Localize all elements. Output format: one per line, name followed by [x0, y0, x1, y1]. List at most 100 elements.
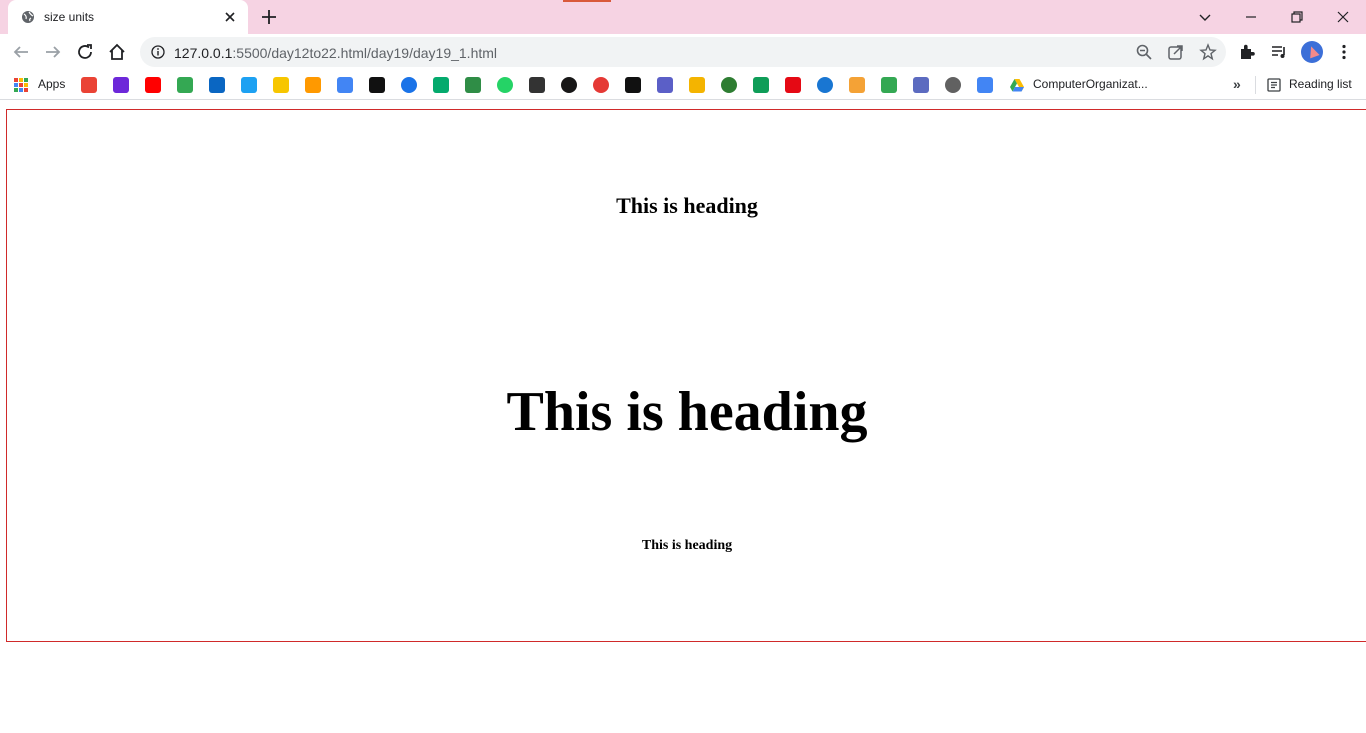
bookmark-label: ComputerOrganizat... [1033, 77, 1148, 91]
url-host: 127.0.0.1 [174, 45, 233, 61]
drive-icon [881, 77, 897, 93]
bookmark-item[interactable] [241, 77, 257, 93]
tab-strip-accent [563, 0, 611, 2]
bookmark-item[interactable] [945, 77, 961, 93]
bookmark-item[interactable] [305, 77, 321, 93]
close-window-icon[interactable] [1332, 6, 1354, 28]
forward-icon[interactable] [42, 41, 64, 63]
bookmark-item[interactable] [593, 77, 609, 93]
address-bar[interactable]: 127.0.0.1:5500/day12to22.html/day19/day1… [140, 37, 1226, 67]
site-info-icon[interactable] [151, 45, 165, 59]
heading-large: This is heading [506, 381, 868, 443]
more-bookmarks-icon[interactable]: » [1233, 76, 1241, 92]
bookmark-computer-organization[interactable]: ComputerOrganizat... [1009, 77, 1159, 93]
bookmark-item[interactable] [561, 77, 577, 93]
linkedin-icon [209, 77, 225, 93]
maps-icon [177, 77, 193, 93]
heading-small: This is heading [641, 538, 733, 553]
bookmark-item[interactable] [177, 77, 193, 93]
youtube-icon [145, 77, 161, 93]
bookmark-item[interactable] [465, 77, 481, 93]
bookmark-item[interactable] [401, 77, 417, 93]
new-tab-icon[interactable] [260, 8, 278, 26]
mail-icon [113, 77, 129, 93]
minimize-icon[interactable] [1240, 6, 1262, 28]
bookmark-item[interactable] [273, 77, 289, 93]
flipkart-icon [273, 77, 289, 93]
bookmark-star-icon[interactable] [1199, 43, 1217, 61]
bookmarks-bar: Apps ComputerOrganizat... [0, 70, 1366, 100]
bookmark-item[interactable] [817, 77, 833, 93]
dashed-circle-icon [593, 77, 609, 93]
geeksforgeeks-icon [465, 77, 481, 93]
list-icon [913, 77, 929, 93]
close-tab-icon[interactable] [222, 9, 238, 25]
google-g-icon [977, 77, 993, 93]
home-icon[interactable] [106, 41, 128, 63]
title-bar: size units [0, 0, 1366, 34]
w3-icon [433, 77, 449, 93]
apps-grid-icon [14, 78, 28, 92]
bookmark-item[interactable] [753, 77, 769, 93]
bookmark-item[interactable] [913, 77, 929, 93]
bookmark-item[interactable] [881, 77, 897, 93]
share-icon[interactable] [1167, 43, 1185, 61]
bookmark-apps[interactable]: Apps [14, 77, 74, 93]
tab-title: size units [44, 10, 95, 24]
bookmark-item[interactable] [657, 77, 673, 93]
media-control-icon[interactable] [1268, 41, 1290, 63]
play-icon [817, 77, 833, 93]
bookmark-item[interactable] [209, 77, 225, 93]
sheets-icon [753, 77, 769, 93]
bookmark-item[interactable] [849, 77, 865, 93]
bookmark-item[interactable] [721, 77, 737, 93]
heading-medium: This is heading [616, 193, 758, 218]
reload-icon[interactable] [74, 41, 96, 63]
graduation-cap-icon [529, 77, 545, 93]
gmail-icon [81, 77, 97, 93]
hacker-icon [625, 77, 641, 93]
bookmark-item[interactable] [625, 77, 641, 93]
extensions-icon[interactable] [1236, 41, 1258, 63]
bookmark-apps-label: Apps [38, 77, 66, 91]
bordered-container: This is heading This is heading This is … [6, 109, 1366, 642]
bookmark-item[interactable] [497, 77, 513, 93]
bookmarks-divider [1255, 76, 1256, 94]
url-text[interactable]: 127.0.0.1:5500/day12to22.html/day19/day1… [174, 45, 497, 61]
bookmark-item[interactable] [369, 77, 385, 93]
whatsapp-icon [497, 77, 513, 93]
github-icon [561, 77, 577, 93]
shield-icon [945, 77, 961, 93]
twitter-icon [241, 77, 257, 93]
chrome-c-icon [401, 77, 417, 93]
amazon-icon [305, 77, 321, 93]
page-viewport: This is heading This is heading This is … [0, 101, 1366, 733]
url-path: :5500/day12to22.html/day19/day19_1.html [232, 45, 498, 61]
calendar-icon [369, 77, 385, 93]
bookmark-item[interactable] [81, 77, 97, 93]
google-icon [337, 77, 353, 93]
bookmark-item[interactable] [433, 77, 449, 93]
zoom-icon[interactable] [1135, 43, 1153, 61]
reading-list-label: Reading list [1289, 77, 1352, 91]
globe-icon [22, 11, 34, 23]
drive-icon [1010, 79, 1024, 92]
back-icon[interactable] [10, 41, 32, 63]
tab-search-icon[interactable] [1194, 6, 1216, 28]
active-tab[interactable]: size units [8, 0, 248, 34]
restore-icon[interactable] [1286, 6, 1308, 28]
menu-icon[interactable] [1333, 41, 1355, 63]
bookmark-item[interactable] [785, 77, 801, 93]
browser-toolbar: 127.0.0.1:5500/day12to22.html/day19/day1… [0, 34, 1366, 70]
green-circle-icon [721, 77, 737, 93]
bookmark-item[interactable] [529, 77, 545, 93]
netflix-icon [785, 77, 801, 93]
code-icon [657, 77, 673, 93]
bookmark-item[interactable] [113, 77, 129, 93]
bookmark-item[interactable] [977, 77, 993, 93]
bookmark-item[interactable] [337, 77, 353, 93]
profile-avatar[interactable] [1301, 41, 1323, 63]
bookmark-item[interactable] [689, 77, 705, 93]
bookmark-item[interactable] [145, 77, 161, 93]
classroom-icon [689, 77, 705, 93]
